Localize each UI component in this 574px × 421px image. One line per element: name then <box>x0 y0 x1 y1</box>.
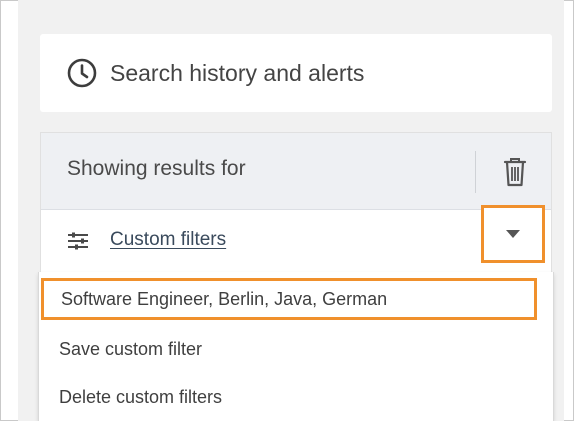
delete-filters-button[interactable] <box>495 151 535 193</box>
menu-item-saved-filter[interactable]: Software Engineer, Berlin, Java, German <box>41 278 537 320</box>
trash-icon <box>503 158 527 187</box>
menu-item-save-custom-filter[interactable]: Save custom filter <box>39 339 553 360</box>
search-history-button[interactable]: Search history and alerts <box>40 34 552 112</box>
chevron-down-icon <box>506 230 520 238</box>
header-divider <box>475 151 476 193</box>
custom-filters-link[interactable]: Custom filters <box>110 229 226 251</box>
custom-filters-row: Custom filters <box>41 210 551 270</box>
custom-filters-dropdown-toggle[interactable] <box>481 205 545 263</box>
showing-results-label: Showing results for <box>67 157 246 180</box>
search-history-label: Search history and alerts <box>110 59 365 86</box>
clock-icon <box>66 57 98 89</box>
filters-header: Showing results for <box>41 133 551 210</box>
sliders-icon <box>68 232 88 250</box>
menu-item-delete-custom-filters[interactable]: Delete custom filters <box>39 387 553 408</box>
custom-filters-dropdown-menu: Software Engineer, Berlin, Java, German … <box>38 272 554 421</box>
